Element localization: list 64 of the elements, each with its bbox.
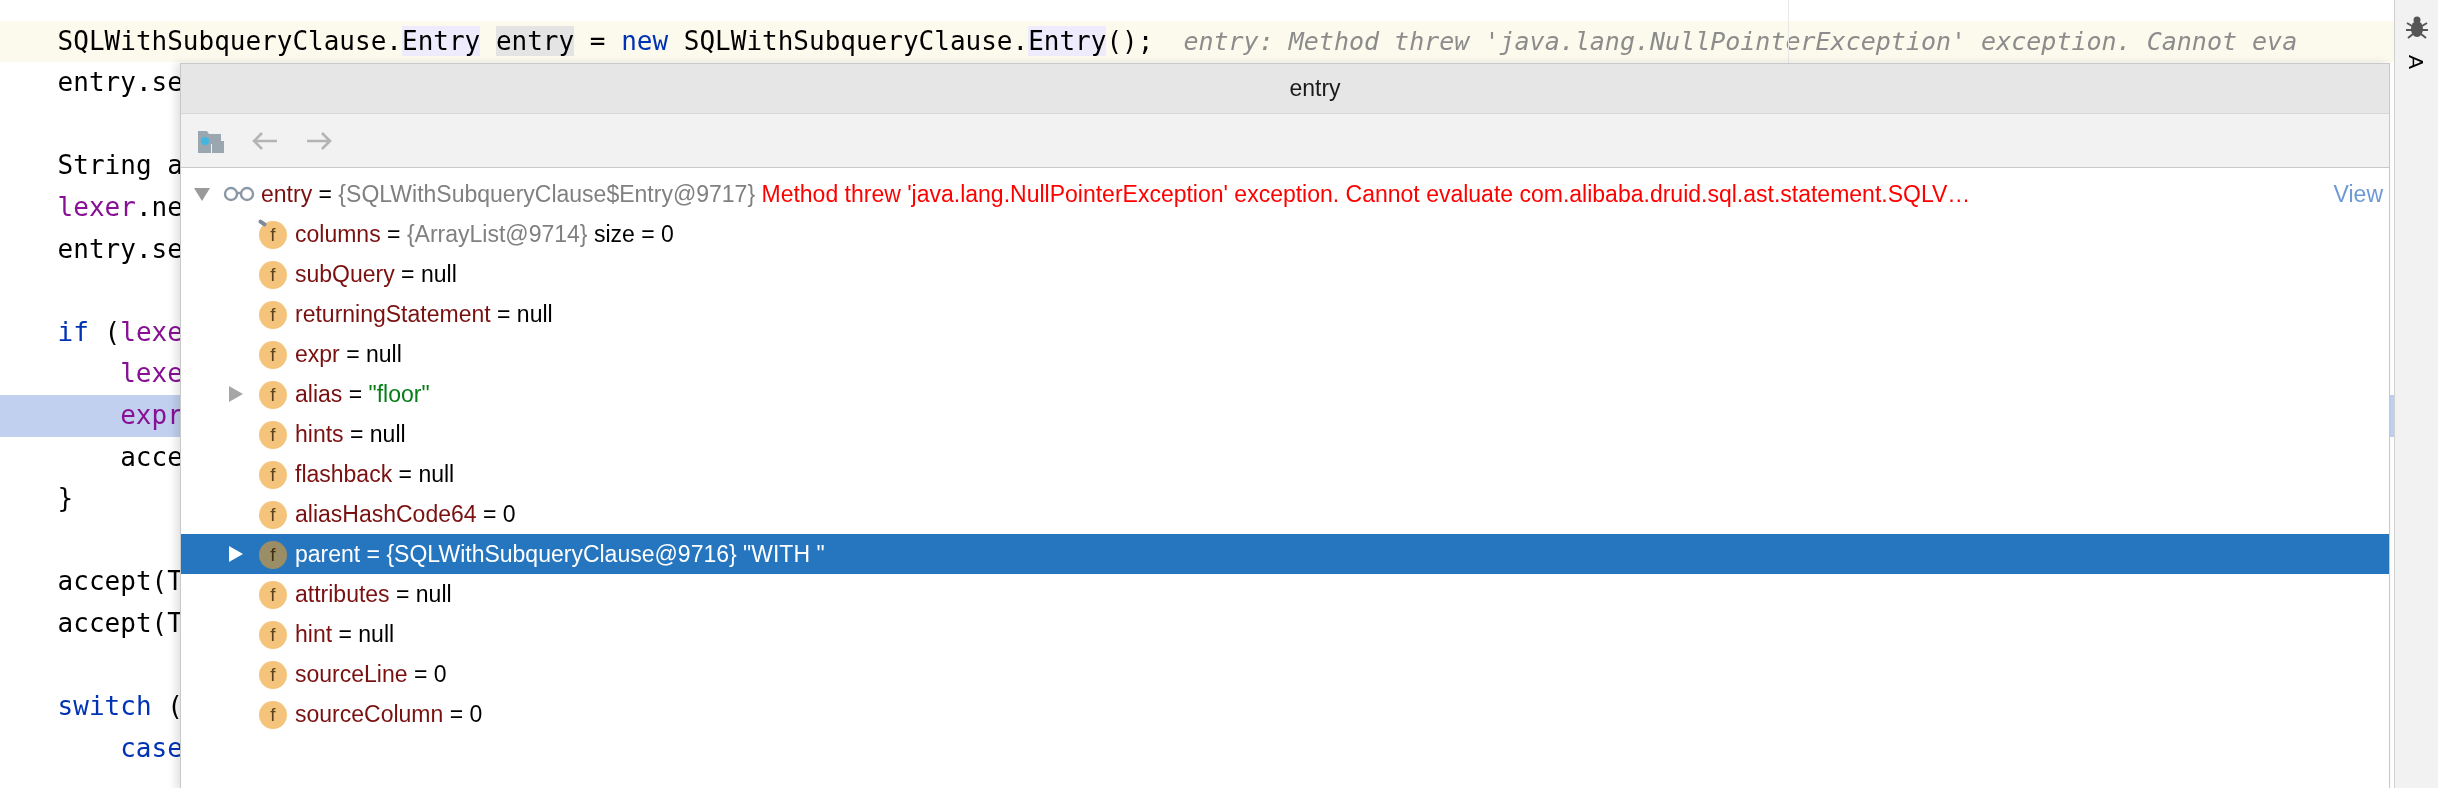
field-icon: f — [257, 619, 287, 649]
tree-row[interactable]: f returningStatement = null — [181, 294, 2389, 334]
expand-triangle-icon[interactable] — [228, 545, 244, 563]
tree-row[interactable]: f aliasHashCode64 = 0 — [181, 494, 2389, 534]
field-value: subQuery = null — [295, 260, 457, 288]
field-icon: f — [257, 219, 287, 249]
tree-row[interactable]: f alias = "floor" — [181, 374, 2389, 414]
code-text: SQLWithSubqueryClause.Entry entry = new SQLWithSubqueryClause.Entry(); — [57, 24, 1154, 58]
field-value: sourceColumn = 0 — [295, 700, 483, 728]
field-value: parent = {SQLWithSubqueryClause@9716} "WITH " — [295, 540, 825, 568]
tree-row[interactable]: f attributes = null — [181, 574, 2389, 614]
field-icon: f — [257, 339, 287, 369]
field-icon: f — [257, 659, 287, 689]
window-title: entry — [1289, 75, 1341, 102]
field-icon: f — [257, 259, 287, 289]
field-icon: f — [257, 299, 287, 329]
field-value: hint = null — [295, 620, 395, 648]
field-value: expr = null — [295, 340, 402, 368]
field-icon: f — [257, 499, 287, 529]
forward-arrow-icon[interactable] — [305, 130, 333, 151]
tree-row[interactable]: f columns = {ArrayList@9714} size = 0 — [181, 214, 2389, 254]
code-text: switch ( — [57, 690, 183, 724]
back-arrow-icon[interactable] — [251, 130, 279, 151]
code-text: expr — [120, 398, 183, 432]
tree-row[interactable]: f sourceColumn = 0 — [181, 694, 2389, 734]
code-text: accept(T — [57, 565, 183, 599]
tree-row[interactable]: f flashback = null — [181, 454, 2389, 494]
tree-row[interactable]: f sourceLine = 0 — [181, 654, 2389, 694]
bug-icon[interactable] — [2403, 14, 2430, 40]
tree-row[interactable]: f subQuery = null — [181, 254, 2389, 294]
field-value: returningStatement = null — [295, 300, 553, 328]
tree-row[interactable]: f parent = {SQLWithSubqueryClause@9716} "WITH " — [181, 534, 2389, 574]
tree-row[interactable]: f hints = null — [181, 414, 2389, 454]
tree-row[interactable]: f expr = null — [181, 334, 2389, 374]
variable-value: entry = {SQLWithSubqueryClause$Entry@9717} Method threw 'java.lang.NullPointerException' exception. Cannot evaluate com.alibaba.druid.sql.ast.statement.SQLV… — [261, 180, 1971, 208]
field-icon: f — [257, 379, 287, 409]
code-text: acce — [120, 440, 183, 474]
tool-window-label[interactable]: A — [2404, 55, 2429, 69]
field-icon: f — [257, 539, 287, 569]
field-value: aliasHashCode64 = 0 — [295, 500, 516, 528]
expand-triangle-icon[interactable] — [193, 186, 211, 202]
field-value: sourceLine = 0 — [295, 660, 447, 688]
inline-hint: entry: Method threw 'java.lang.NullPointerException' exception. Cannot eva — [1183, 25, 2298, 58]
tree-row[interactable]: f hint = null — [181, 614, 2389, 654]
code-text: lexer.ne — [57, 190, 183, 224]
code-text: } — [57, 482, 74, 516]
code-text: entry.se — [57, 232, 183, 266]
code-text: if (lexe — [57, 315, 183, 349]
field-icon: f — [257, 459, 287, 489]
glasses-icon — [223, 186, 255, 202]
field-icon: f — [257, 699, 287, 729]
code-text: accept(T — [57, 606, 183, 640]
code-text: case — [120, 731, 183, 765]
code-text: lexe — [120, 357, 183, 391]
field-value: hints = null — [295, 420, 406, 448]
field-value: alias = "floor" — [295, 380, 430, 408]
code-text: entry.se — [57, 66, 183, 100]
expand-triangle-icon[interactable] — [228, 385, 244, 403]
field-value: attributes = null — [295, 580, 452, 608]
field-value: columns = {ArrayList@9714} size = 0 — [295, 220, 674, 248]
field-value: flashback = null — [295, 460, 455, 488]
tree-row[interactable]: entry = {SQLWithSubqueryClause$Entry@9717} Method threw 'java.lang.NullPointerException' exception. Cannot evaluate com.alibaba.druid.sql.ast.statement.SQLV… View — [181, 174, 2389, 214]
field-icon: f — [257, 419, 287, 449]
field-icon: f — [257, 579, 287, 609]
